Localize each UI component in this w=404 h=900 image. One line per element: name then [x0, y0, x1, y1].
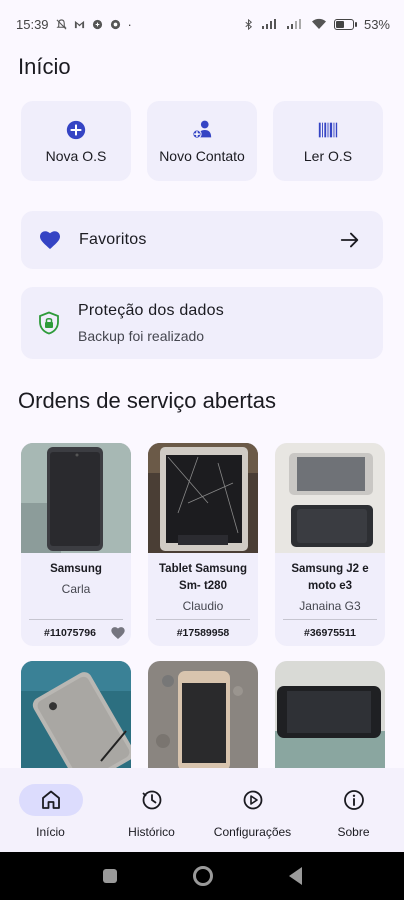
- barcode-icon: [318, 122, 338, 137]
- order-photo: [21, 661, 131, 771]
- new-order-button[interactable]: Nova O.S: [21, 101, 131, 181]
- order-card[interactable]: Samsung Carla #11075796: [21, 443, 131, 646]
- favorites-button[interactable]: Favoritos: [21, 211, 383, 269]
- order-title: Tablet Samsung Sm- t280: [159, 563, 247, 592]
- nav-settings-indicator: [221, 784, 285, 816]
- order-title: Samsung J2 e moto e3: [291, 563, 369, 592]
- info-icon: [343, 790, 364, 810]
- nav-home-indicator: [18, 784, 83, 816]
- page-title: Início: [18, 54, 71, 79]
- order-card[interactable]: Tablet Samsung Sm- t280 Claudio #1758995…: [148, 443, 258, 646]
- add-circle-icon: [66, 120, 86, 139]
- nav-about-indicator: [322, 784, 386, 816]
- back-button[interactable]: [288, 867, 302, 885]
- new-contact-button[interactable]: Novo Contato: [147, 101, 257, 181]
- quick-actions: Nova O.S Novo Contato Ler O.S: [21, 101, 383, 181]
- notifications-off-icon: [56, 18, 67, 29]
- shield-lock-icon: [39, 311, 59, 335]
- settings-icon: [243, 790, 262, 810]
- order-divider: [29, 619, 123, 620]
- gmail-icon: [74, 20, 84, 28]
- order-number: #11075796: [44, 627, 96, 639]
- read-order-button[interactable]: Ler O.S: [273, 101, 383, 181]
- order-photo: [275, 661, 385, 771]
- new-order-label: Nova O.S: [45, 147, 107, 164]
- order-divider: [156, 619, 250, 620]
- nav-settings[interactable]: Configurações: [208, 784, 298, 852]
- app-notification-icon: [92, 19, 102, 29]
- data-protection-title: Proteção dos dados: [78, 302, 224, 319]
- battery-icon: [333, 18, 357, 30]
- add-person-icon: [192, 120, 212, 139]
- nav-home-label: Início: [36, 825, 65, 839]
- status-time: 15:39: [16, 16, 49, 32]
- order-photo: [148, 443, 258, 553]
- order-client: Claudio: [182, 599, 224, 613]
- heart-icon: [40, 231, 60, 249]
- favorite-heart-icon[interactable]: [110, 625, 126, 641]
- nav-history-label: Histórico: [128, 825, 175, 839]
- order-divider: [283, 619, 377, 620]
- new-contact-label: Novo Contato: [159, 147, 245, 164]
- nav-about-label: Sobre: [337, 825, 370, 839]
- status-bar: 15:39 · 53%: [0, 0, 404, 48]
- status-more-dot: ·: [127, 16, 132, 32]
- nav-history[interactable]: Histórico: [107, 784, 197, 852]
- home-system-button[interactable]: [192, 866, 213, 886]
- home-icon: [41, 790, 60, 809]
- history-icon: [141, 790, 161, 810]
- order-title: Samsung: [50, 563, 102, 575]
- app-notification-icon-2: [110, 19, 120, 29]
- nav-about[interactable]: Sobre: [309, 784, 399, 852]
- arrow-right-icon: [340, 232, 359, 248]
- order-number: #17589958: [176, 627, 230, 639]
- bluetooth-icon: [245, 18, 253, 30]
- order-number: #36975511: [304, 627, 356, 639]
- signal-icon-2: [286, 19, 301, 29]
- open-orders-title: Ordens de serviço abertas: [18, 388, 277, 413]
- battery-percent: 53%: [363, 16, 390, 32]
- recents-button[interactable]: [102, 869, 117, 883]
- read-order-label: Ler O.S: [303, 147, 353, 164]
- signal-icon: [261, 19, 276, 29]
- data-protection-subtitle: Backup foi realizado: [78, 328, 205, 344]
- order-client: Carla: [61, 582, 91, 596]
- nav-settings-label: Configurações: [213, 825, 292, 839]
- favorites-label: Favoritos: [79, 231, 147, 248]
- data-protection-card[interactable]: Proteção dos dados Backup foi realizado: [21, 287, 383, 359]
- order-photo: [275, 443, 385, 553]
- wifi-icon: [311, 18, 326, 29]
- bottom-navigation: Início Histórico Configurações Sobre: [0, 768, 404, 852]
- order-photo: [148, 661, 258, 771]
- order-card[interactable]: Samsung J2 e moto e3 Janaina G3 #3697551…: [275, 443, 385, 646]
- order-photo: [21, 443, 131, 553]
- order-client: Janaina G3: [299, 599, 361, 613]
- system-navigation-bar: [0, 852, 404, 900]
- nav-history-indicator: [120, 784, 184, 816]
- nav-home[interactable]: Início: [6, 784, 96, 852]
